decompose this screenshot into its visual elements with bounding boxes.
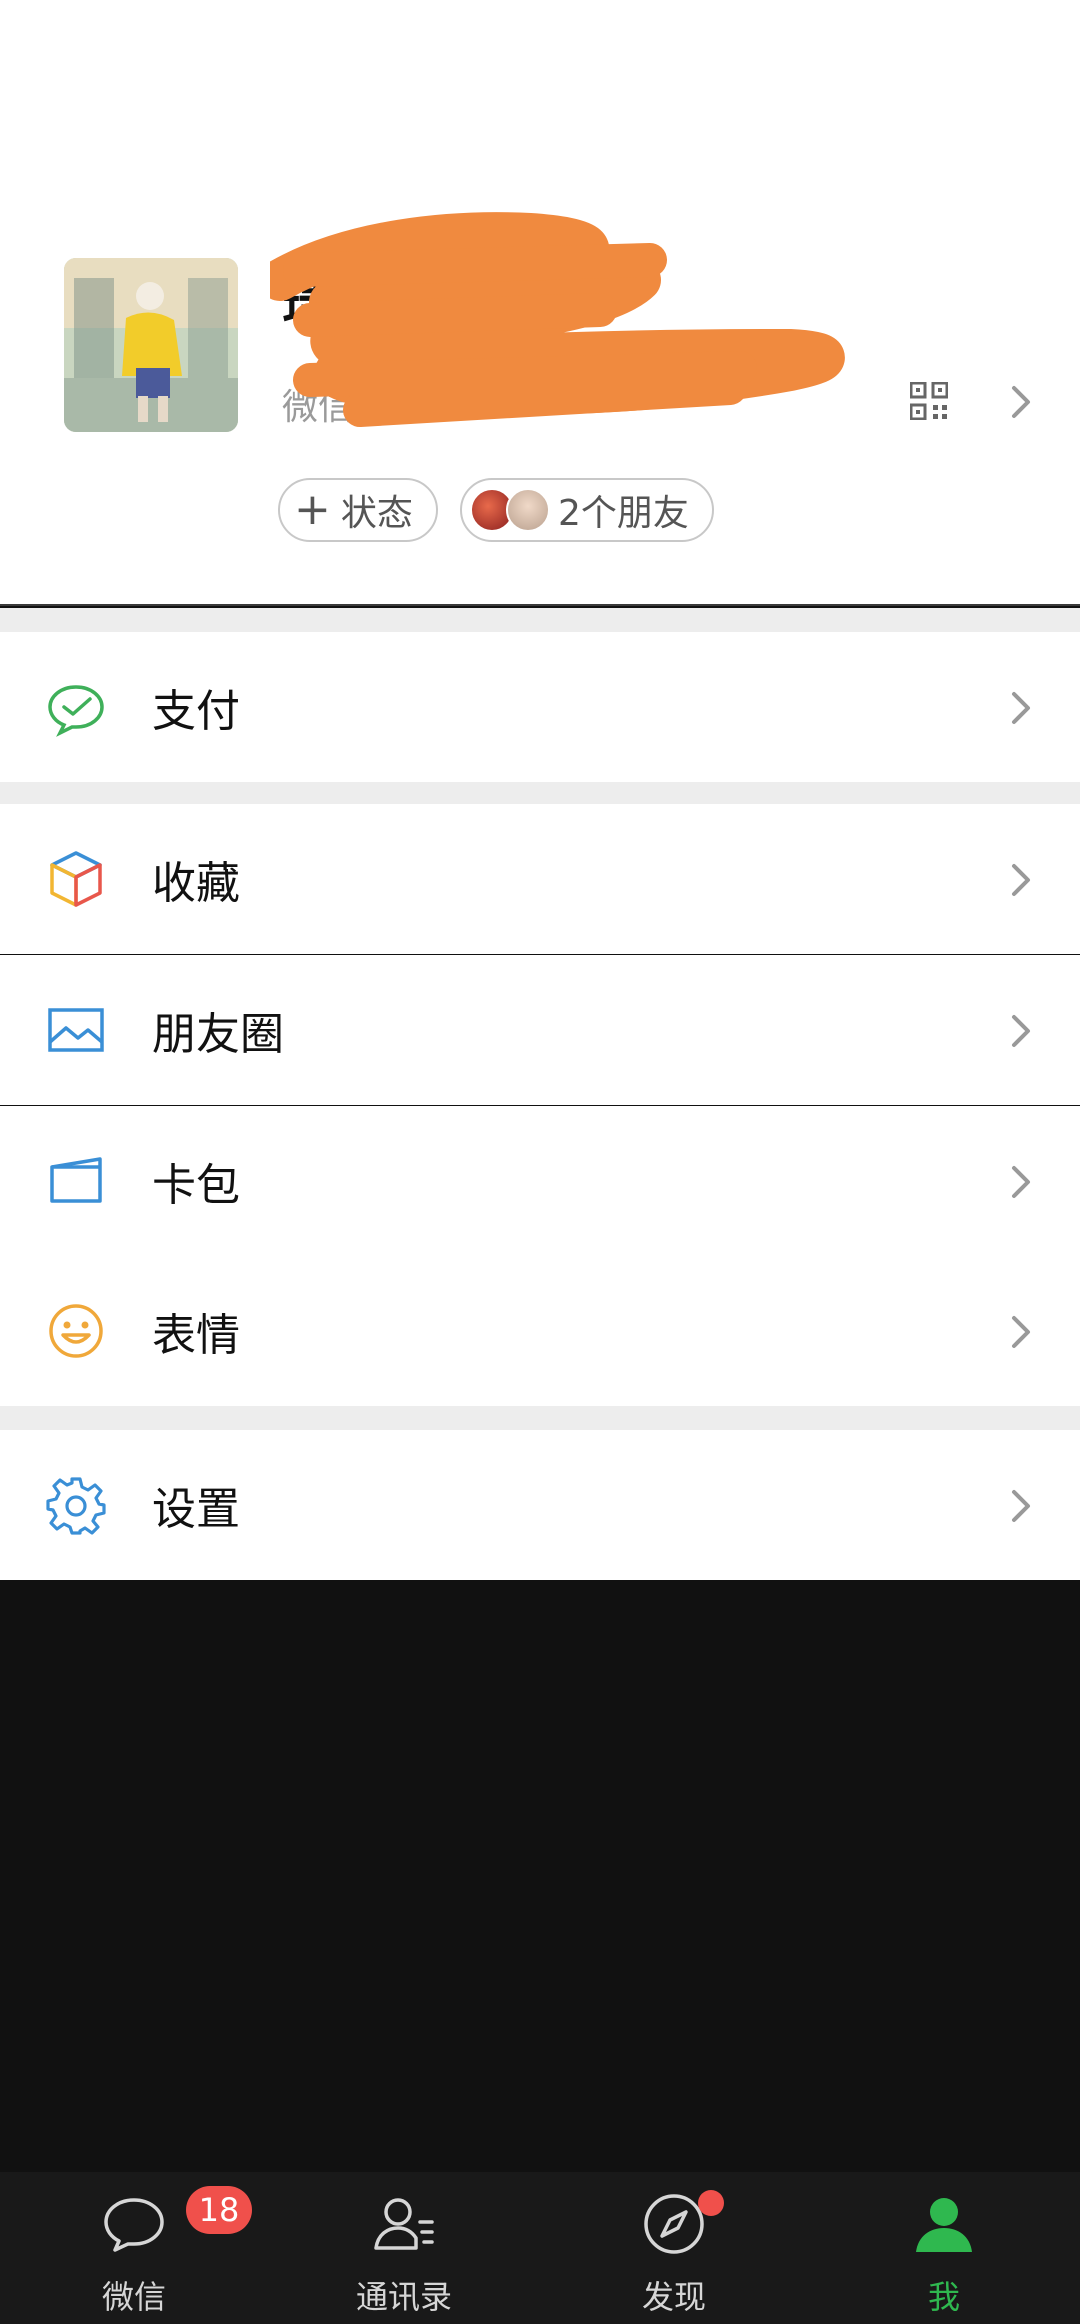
- chat-bubble-icon: [104, 2198, 164, 2252]
- tab-label: 微信: [101, 2278, 166, 2316]
- add-status-button[interactable]: + 状态: [278, 478, 438, 542]
- status-button-label: 状态: [340, 493, 413, 534]
- tab-label: 发现: [641, 2278, 706, 2316]
- pay-icon: [48, 685, 104, 737]
- tab-discover[interactable]: 发现: [574, 2172, 774, 2324]
- tab-contacts[interactable]: 通讯录: [304, 2172, 504, 2324]
- menu-label: 朋友圈: [152, 1009, 284, 1060]
- avatar[interactable]: [64, 258, 238, 432]
- tab-chats[interactable]: 18 微信: [34, 2172, 252, 2324]
- menu-label: 卡包: [152, 1160, 240, 1211]
- bottom-tab-bar: 18 微信 通讯录 发现 我: [0, 2172, 1080, 2324]
- wechat-id-label: 微信号: [282, 387, 391, 428]
- menu-item-settings[interactable]: 设置: [0, 1430, 1080, 1580]
- menu-item-cards[interactable]: 卡包: [0, 1106, 1080, 1256]
- gear-icon: [46, 1477, 106, 1535]
- menu-label: 设置: [152, 1484, 240, 1535]
- chevron-right-icon: [1012, 1166, 1030, 1198]
- tab-label: 通讯录: [355, 2278, 452, 2316]
- menu-label: 表情: [152, 1310, 240, 1361]
- cube-icon: [50, 851, 102, 907]
- profile-name: 瑞: [282, 275, 335, 335]
- chevron-right-icon: [1012, 1015, 1030, 1047]
- menu-item-stickers[interactable]: 表情: [0, 1256, 1080, 1406]
- contacts-icon: [374, 2198, 434, 2250]
- chevron-right-icon: [1012, 864, 1030, 896]
- friends-button-label: 2个朋友: [558, 493, 689, 534]
- chevron-right-icon: [1012, 1490, 1030, 1522]
- section-divider: [0, 782, 1080, 804]
- menu-item-moments[interactable]: 朋友圈: [0, 955, 1080, 1105]
- friend-avatar: [506, 488, 550, 532]
- person-icon: [916, 2198, 972, 2252]
- friends-status-button[interactable]: 2个朋友: [460, 478, 714, 542]
- menu-label: 支付: [152, 686, 240, 737]
- profile-header: 瑞 微信号 + 状态 2个朋友: [0, 0, 1080, 606]
- unread-badge: 18: [186, 2186, 252, 2234]
- menu-item-favorites[interactable]: 收藏: [0, 804, 1080, 954]
- chevron-right-icon: [1012, 1316, 1030, 1348]
- section-divider: [0, 1406, 1080, 1430]
- plus-icon: +: [294, 484, 331, 535]
- tab-label: 我: [927, 2278, 960, 2316]
- chevron-right-icon: [1012, 692, 1030, 724]
- menu-label: 收藏: [152, 858, 240, 909]
- smiley-icon: [49, 1304, 103, 1358]
- qr-code-icon[interactable]: [910, 382, 948, 420]
- section-divider: [0, 608, 1080, 632]
- menu-item-pay[interactable]: 支付: [0, 632, 1080, 782]
- chevron-right-icon[interactable]: [1006, 382, 1036, 422]
- wallet-icon: [50, 1157, 102, 1203]
- compass-icon: [644, 2194, 704, 2254]
- notification-dot: [698, 2190, 724, 2216]
- tab-me[interactable]: 我: [844, 2172, 1044, 2324]
- image-icon: [48, 1008, 104, 1052]
